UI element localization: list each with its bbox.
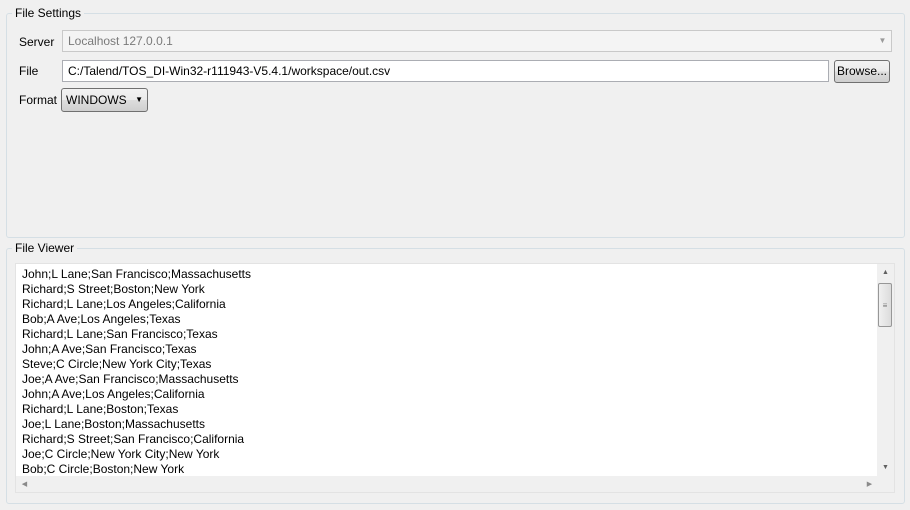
vertical-scroll-thumb[interactable]: ≡ [878,283,892,327]
file-line: Richard;S Street;San Francisco;Californi… [22,432,245,446]
scroll-up-icon[interactable]: ▲ [877,264,894,281]
vertical-scrollbar[interactable]: ▲ ≡ ▼ [877,264,894,476]
file-line: Richard;L Lane;San Francisco;Texas [22,327,218,341]
file-viewer-text-area[interactable]: John;L Lane;San Francisco;Massachusetts … [15,263,895,493]
file-viewer-title: File Viewer [12,241,78,255]
file-line: Richard;S Street;Boston;New York [22,282,205,296]
file-line: John;A Ave;San Francisco;Texas [22,342,197,356]
browse-button[interactable]: Browse... [834,60,890,83]
server-combo-value: Localhost 127.0.0.1 [68,34,173,48]
chevron-down-icon[interactable]: ▼ [135,89,143,111]
file-line: Bob;C Circle;Boston;New York [22,462,185,476]
file-line: Joe;A Ave;San Francisco;Massachusetts [22,372,239,386]
file-line: Steve;C Circle;New York City;Texas [22,357,212,371]
format-select[interactable]: WINDOWS ▼ [61,88,148,112]
file-viewer-lines: John;L Lane;San Francisco;Massachusetts … [22,267,251,477]
scroll-down-icon[interactable]: ▼ [877,459,894,476]
file-settings-group: File Settings Server Localhost 127.0.0.1… [6,6,905,238]
file-path-input[interactable] [62,60,829,82]
server-combo[interactable]: Localhost 127.0.0.1 ▼ [62,30,892,52]
scroll-left-icon[interactable]: ◀ [16,476,33,492]
file-line: Joe;C Circle;New York City;New York [22,447,220,461]
horizontal-scrollbar[interactable]: ◀ ▶ [16,476,878,492]
format-select-value: WINDOWS [66,93,127,107]
file-line: John;A Ave;Los Angeles;California [22,387,205,401]
file-viewer-group: File Viewer John;L Lane;San Francisco;Ma… [6,241,905,504]
file-line: John;L Lane;San Francisco;Massachusetts [22,267,252,281]
scrollbar-corner [877,476,894,492]
scroll-right-icon[interactable]: ▶ [861,476,878,492]
file-line: Richard;L Lane;Los Angeles;California [22,297,226,311]
file-line: Joe;L Lane;Boston;Massachusetts [22,417,205,431]
file-line: Bob;A Ave;Los Angeles;Texas [22,312,181,326]
format-label: Format [19,93,58,107]
file-line: Richard;L Lane;Boston;Texas [22,402,179,416]
file-label: File [19,64,39,78]
server-label: Server [19,35,55,49]
chevron-down-icon[interactable]: ▼ [874,31,891,51]
file-settings-title: File Settings [12,6,85,20]
